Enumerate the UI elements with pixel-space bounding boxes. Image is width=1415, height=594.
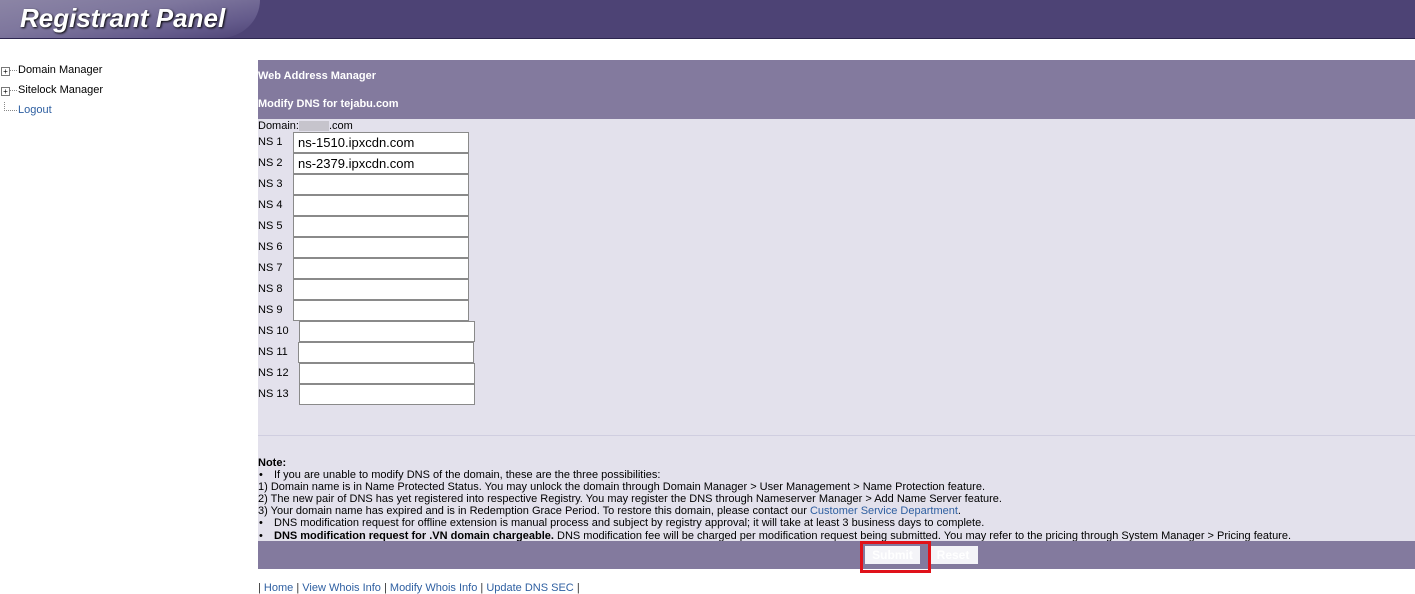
note-bullet: If you are unable to modify DNS of the d… [258,469,1408,481]
note-text: If you are unable to modify DNS of the d… [274,469,661,482]
logout-link[interactable]: Logout [18,102,52,118]
ns2-input[interactable] [293,153,469,174]
tree-connector [10,90,17,91]
link-separator: | [383,582,387,594]
ns11-input[interactable] [298,342,474,363]
tree-item-label[interactable]: Sitelock Manager [18,82,103,98]
app-title: Registrant Panel [20,3,226,33]
ns8-input[interactable] [293,279,469,300]
ns-label: NS 6 [258,241,283,253]
note-text: . [957,505,961,518]
ns-label: NS 12 [258,367,289,379]
ns-label: NS 8 [258,283,283,295]
ns-label: NS 1 [258,136,283,148]
domain-suffix: .com [328,120,353,132]
link-separator: | [296,582,300,594]
ns-label: NS 3 [258,178,283,190]
ns13-input[interactable] [299,384,475,405]
ns1-input[interactable] [293,132,469,153]
ns9-input[interactable] [293,300,469,321]
link-separator: | [576,582,580,594]
ns-label: NS 5 [258,220,283,232]
panel-footer: Submit Reset [258,541,1415,569]
tree-connector [4,110,17,111]
domain-label: Domain: [258,120,299,132]
ns-label: NS 9 [258,304,283,316]
note-item: 3) Your domain name has expired and is i… [258,505,1408,517]
ns3-input[interactable] [293,174,469,195]
form-divider [258,435,1415,436]
note-text: 1) Domain name is in Name Protected Stat… [258,481,985,494]
link-separator: | [480,582,484,594]
domain-row: Domain: .com [258,120,353,132]
ns5-input[interactable] [293,216,469,237]
ns7-input[interactable] [293,258,469,279]
header-divider [0,38,1415,39]
customer-service-link[interactable]: Customer Service Department [810,505,958,517]
submit-highlight-box [860,541,931,573]
view-whois-link[interactable]: View Whois Info [302,582,381,594]
tree-connector [10,70,17,71]
expand-plus-icon[interactable]: + [1,67,10,76]
form-title: Modify DNS for tejabu.com [258,98,399,110]
note-text: 3) Your domain name has expired and is i… [258,505,810,518]
ns4-input[interactable] [293,195,469,216]
note-text: DNS modification request for offline ext… [274,517,985,530]
panel-header: Web Address Manager Modify DNS for tejab… [258,60,1415,119]
link-separator: | [258,582,261,594]
redacted-domain [298,121,329,132]
ns12-input[interactable] [299,363,475,384]
note-title: Note: [258,457,287,469]
dns-panel: Web Address Manager Modify DNS for tejab… [258,60,1415,569]
footer-links: | Home | View Whois Info | Modify Whois … [258,582,580,594]
note-bullet: DNS modification request for .VN domain … [258,530,1408,542]
home-link[interactable]: Home [264,582,293,594]
ns-label: NS 2 [258,157,283,169]
note-text: DNS modification fee will be charged per… [553,529,1292,542]
modify-whois-link[interactable]: Modify Whois Info [390,582,477,594]
dns-form: Domain: .com NS 1 NS 2 NS 3 NS 4 NS 5 NS … [258,119,1415,542]
tree-item-label[interactable]: Domain Manager [18,62,102,78]
section-title: Web Address Manager [258,70,376,82]
update-dns-sec-link[interactable]: Update DNS SEC [486,582,573,594]
ns-label: NS 10 [258,325,289,337]
note-section: Note: If you are unable to modify DNS of… [258,457,1408,542]
expand-plus-icon[interactable]: + [1,87,10,96]
ns10-input[interactable] [299,321,475,342]
note-text: 2) The new pair of DNS has yet registere… [258,493,1002,506]
reset-button[interactable]: Reset [928,546,978,564]
ns-label: NS 4 [258,199,283,211]
ns-label: NS 7 [258,262,283,274]
ns6-input[interactable] [293,237,469,258]
ns-label: NS 11 [258,346,288,358]
ns-label: NS 13 [258,388,289,400]
note-bullet: DNS modification request for offline ext… [258,517,1408,529]
note-bold-text: DNS modification request for .VN domain … [274,529,554,542]
app-header: Registrant Panel [0,0,1415,38]
